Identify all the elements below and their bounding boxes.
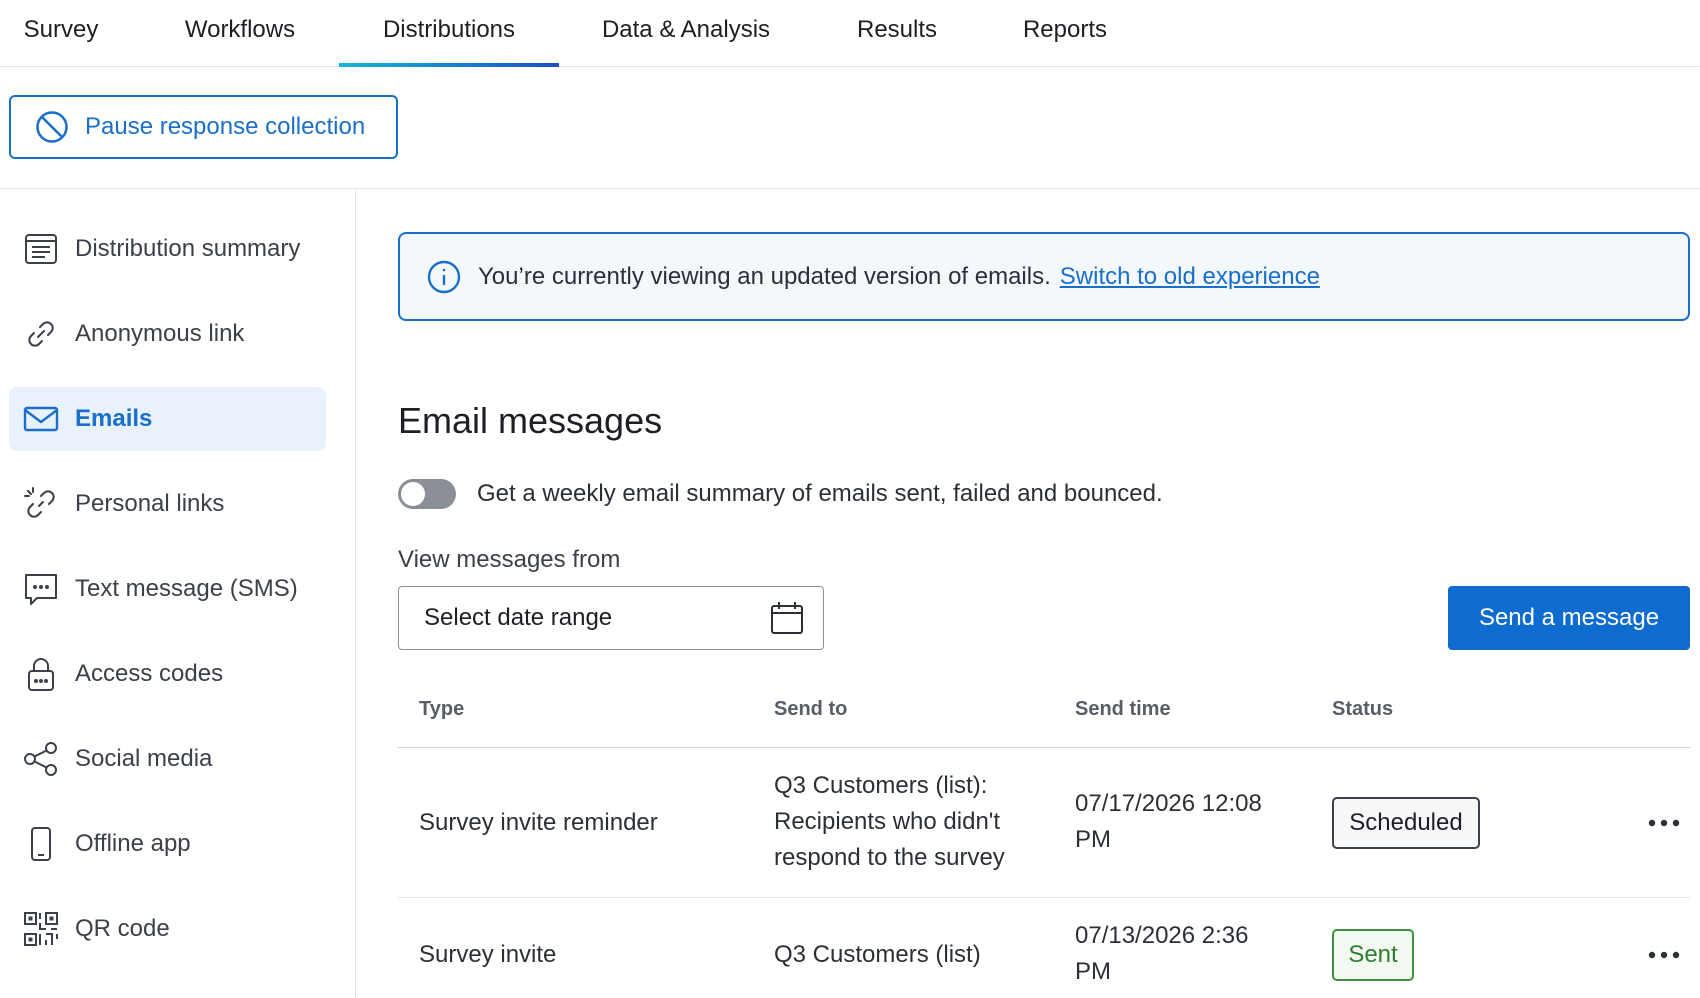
survey-action-bar: Pause response collection — [0, 67, 1700, 189]
send-time-line: PM — [1075, 958, 1111, 985]
sidebar-item-label: Offline app — [75, 830, 191, 857]
status-badge: Sent — [1332, 929, 1414, 981]
lock-icon — [22, 655, 60, 693]
calendar-icon[interactable] — [769, 600, 805, 636]
top-nav: Survey Workflows Distributions Data & An… — [0, 0, 1700, 67]
tab-results[interactable]: Results — [850, 0, 944, 67]
sidebar-item-label: QR code — [75, 915, 170, 942]
tab-reports[interactable]: Reports — [1014, 0, 1116, 67]
info-icon — [426, 259, 462, 295]
sidebar-item-emails[interactable]: Emails — [9, 387, 326, 451]
link-icon — [22, 315, 60, 353]
toggle-knob — [400, 481, 426, 507]
send-time-line: 07/17/2026 12:08 — [1075, 790, 1262, 817]
sidebar-item-label: Social media — [75, 745, 213, 772]
sidebar-item-anonymous-link[interactable]: Anonymous link — [9, 302, 326, 366]
share-icon — [22, 740, 60, 778]
column-header-send-time[interactable]: Send time — [1075, 698, 1171, 721]
tab-distributions[interactable]: Distributions — [339, 0, 559, 67]
column-header-status[interactable]: Status — [1332, 698, 1393, 721]
table-row[interactable]: Survey invite Q3 Customers (list) 07/13/… — [398, 898, 1690, 998]
status-badge: Scheduled — [1332, 797, 1480, 849]
distribution-sidebar: Distribution summary Anonymous link Emai… — [0, 189, 356, 998]
sms-chat-icon — [22, 570, 60, 608]
weekly-summary-label: Get a weekly email summary of emails sen… — [477, 480, 1163, 507]
send-to-line: Q3 Customers (list) — [774, 941, 981, 968]
summary-list-icon — [22, 230, 60, 268]
date-range-picker[interactable]: Select date range — [398, 586, 824, 650]
more-options-icon[interactable] — [1644, 940, 1684, 970]
send-to-line: Q3 Customers (list): — [774, 772, 988, 799]
qr-code-icon — [22, 910, 60, 948]
table-row[interactable]: Survey invite reminder Q3 Customers (lis… — [398, 748, 1690, 898]
tab-survey[interactable]: Survey — [8, 0, 114, 67]
send-time-line: PM — [1075, 826, 1111, 853]
broken-link-icon — [22, 485, 60, 523]
weekly-summary-toggle[interactable] — [398, 479, 456, 509]
sidebar-item-label: Text message (SMS) — [75, 575, 298, 602]
prohibit-icon — [35, 110, 69, 144]
tab-workflows[interactable]: Workflows — [172, 0, 308, 67]
sidebar-item-offline-app[interactable]: Offline app — [9, 812, 326, 876]
row-send-time: 07/13/2026 2:36 PM — [1075, 918, 1249, 990]
row-type: Survey invite — [419, 941, 557, 968]
row-send-to: Q3 Customers (list) — [774, 937, 981, 973]
banner-text: You’re currently viewing an updated vers… — [478, 262, 1051, 290]
column-header-type[interactable]: Type — [419, 698, 464, 721]
sidebar-item-text-message-sms[interactable]: Text message (SMS) — [9, 557, 326, 621]
sidebar-item-personal-links[interactable]: Personal links — [9, 472, 326, 536]
view-messages-label: View messages from — [398, 546, 621, 573]
info-banner: You’re currently viewing an updated vers… — [398, 232, 1690, 321]
sidebar-item-label: Anonymous link — [75, 320, 245, 347]
row-type: Survey invite reminder — [419, 809, 658, 836]
row-send-to: Q3 Customers (list): Recipients who didn… — [774, 768, 1005, 876]
sidebar-item-label: Access codes — [75, 660, 224, 687]
row-send-time: 07/17/2026 12:08 PM — [1075, 786, 1262, 858]
page-title: Email messages — [398, 400, 663, 441]
send-to-line: respond to the survey — [774, 844, 1005, 871]
sidebar-item-access-codes[interactable]: Access codes — [9, 642, 326, 706]
pause-response-collection-button[interactable]: Pause response collection — [9, 95, 398, 159]
column-header-send-to[interactable]: Send to — [774, 698, 847, 721]
sidebar-item-distribution-summary[interactable]: Distribution summary — [9, 217, 326, 281]
send-a-message-button[interactable]: Send a message — [1448, 586, 1690, 650]
more-options-icon[interactable] — [1644, 808, 1684, 838]
tab-data-analysis[interactable]: Data & Analysis — [596, 0, 776, 67]
send-time-line: 07/13/2026 2:36 — [1075, 922, 1249, 949]
table-header: Type Send to Send time Status — [398, 680, 1690, 748]
sidebar-item-label: Personal links — [75, 490, 225, 517]
date-range-placeholder: Select date range — [424, 604, 613, 631]
switch-to-old-experience-link[interactable]: Switch to old experience — [1060, 263, 1320, 291]
pause-button-label: Pause response collection — [85, 113, 366, 140]
mobile-phone-icon — [22, 825, 60, 863]
sidebar-item-qr-code[interactable]: QR code — [9, 897, 326, 961]
sidebar-item-social-media[interactable]: Social media — [9, 727, 326, 791]
envelope-icon — [22, 400, 60, 438]
send-to-line: Recipients who didn't — [774, 808, 1001, 835]
sidebar-item-label: Distribution summary — [75, 235, 301, 262]
sidebar-item-label: Emails — [75, 405, 153, 432]
